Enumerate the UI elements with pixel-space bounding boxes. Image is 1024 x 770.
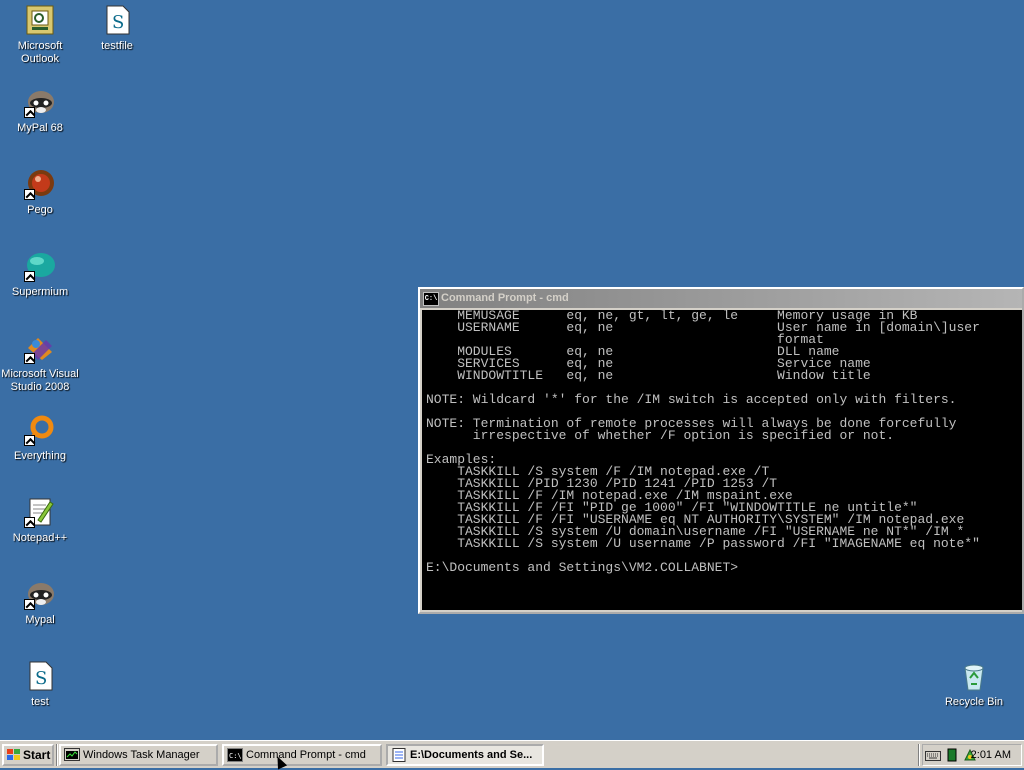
desktop: Microsoft Outlook S testfile MyPal 68 Pe… (0, 0, 1024, 740)
desktop-icon-pego[interactable]: Pego (0, 168, 80, 217)
task-button-notepad[interactable]: E:\Documents and Se... (386, 744, 544, 766)
notepad-icon (391, 748, 407, 762)
desktop-icon-test[interactable]: S test (0, 660, 80, 709)
system-tray: 2:01 AM (922, 744, 1022, 766)
desktop-icon-label: Mypal (25, 614, 55, 626)
cmd-icon: C:\ (227, 748, 243, 762)
mypal-raccoon-icon (24, 86, 56, 118)
start-label: Start (23, 748, 51, 762)
desktop-icon-label: Microsoft Outlook (17, 40, 63, 65)
desktop-icon-supermium[interactable]: Supermium (0, 250, 80, 299)
console-output: MEMUSAGE eq, ne, gt, lt, ge, le Memory u… (426, 310, 980, 575)
task-label: Windows Task Manager (83, 749, 200, 761)
desktop-icon-label: Supermium (11, 286, 69, 298)
keyboard-icon[interactable] (925, 749, 941, 769)
cmd-icon: C:\ (423, 292, 439, 306)
window-titlebar[interactable]: C:\ Command Prompt - cmd (420, 289, 1022, 308)
desktop-icon-label: testfile (101, 40, 133, 52)
desktop-icon-label: Microsoft Visual Studio 2008 (1, 368, 79, 393)
start-button[interactable]: Start (2, 744, 54, 766)
desktop-icon-recycle-bin[interactable]: Recycle Bin (934, 660, 1014, 709)
window-title: Command Prompt - cmd (441, 292, 569, 304)
task-label: Command Prompt - cmd (246, 749, 366, 761)
taskbar-separator (918, 744, 920, 766)
console-screen[interactable]: MEMUSAGE eq, ne, gt, lt, ge, le Memory u… (422, 310, 1022, 610)
recycle-bin-icon (958, 660, 990, 692)
desktop-icon-visual-studio[interactable]: Microsoft Visual Studio 2008 (0, 332, 80, 394)
everything-search-icon (24, 414, 56, 446)
desktop-icon-notepadpp[interactable]: Notepad++ (0, 496, 80, 545)
task-button-task-manager[interactable]: Windows Task Manager (59, 744, 218, 766)
task-button-command-prompt[interactable]: C:\ Command Prompt - cmd (222, 744, 382, 766)
desktop-icon-mypal68[interactable]: MyPal 68 (0, 86, 80, 135)
desktop-icon-label: Notepad++ (12, 532, 68, 544)
desktop-icon-outlook[interactable]: Microsoft Outlook (0, 4, 80, 66)
clock[interactable]: 2:01 AM (971, 745, 1011, 765)
svg-text:C:\: C:\ (229, 752, 242, 760)
mypal-raccoon-icon (24, 578, 56, 610)
supermium-icon (24, 250, 56, 282)
notepadpp-icon (24, 496, 56, 528)
script-file-icon: S (101, 4, 133, 36)
visual-studio-icon (24, 332, 56, 364)
task-manager-icon (64, 748, 80, 762)
svg-text:S: S (35, 668, 47, 689)
desktop-icon-label: Pego (27, 204, 53, 216)
command-prompt-window[interactable]: C:\ Command Prompt - cmd MEMUSAGE eq, ne… (418, 287, 1024, 614)
network-icon[interactable] (947, 748, 961, 769)
desktop-icon-label: test (31, 696, 49, 708)
desktop-icon-label: Recycle Bin (944, 696, 1004, 708)
taskbar-separator (56, 744, 58, 766)
svg-text:S: S (112, 12, 124, 33)
script-file-icon: S (24, 660, 56, 692)
desktop-icon-testfile[interactable]: S testfile (77, 4, 157, 53)
outlook-icon (24, 4, 56, 36)
desktop-icon-everything[interactable]: Everything (0, 414, 80, 463)
pego-icon (24, 168, 56, 200)
windows-flag-icon (7, 749, 20, 761)
desktop-icon-label: MyPal 68 (17, 122, 63, 134)
task-label: E:\Documents and Se... (410, 749, 533, 761)
desktop-icon-mypal[interactable]: Mypal (0, 578, 80, 627)
taskbar: Start Windows Task Manager C:\ Command P… (0, 740, 1024, 768)
desktop-icon-label: Everything (14, 450, 66, 462)
